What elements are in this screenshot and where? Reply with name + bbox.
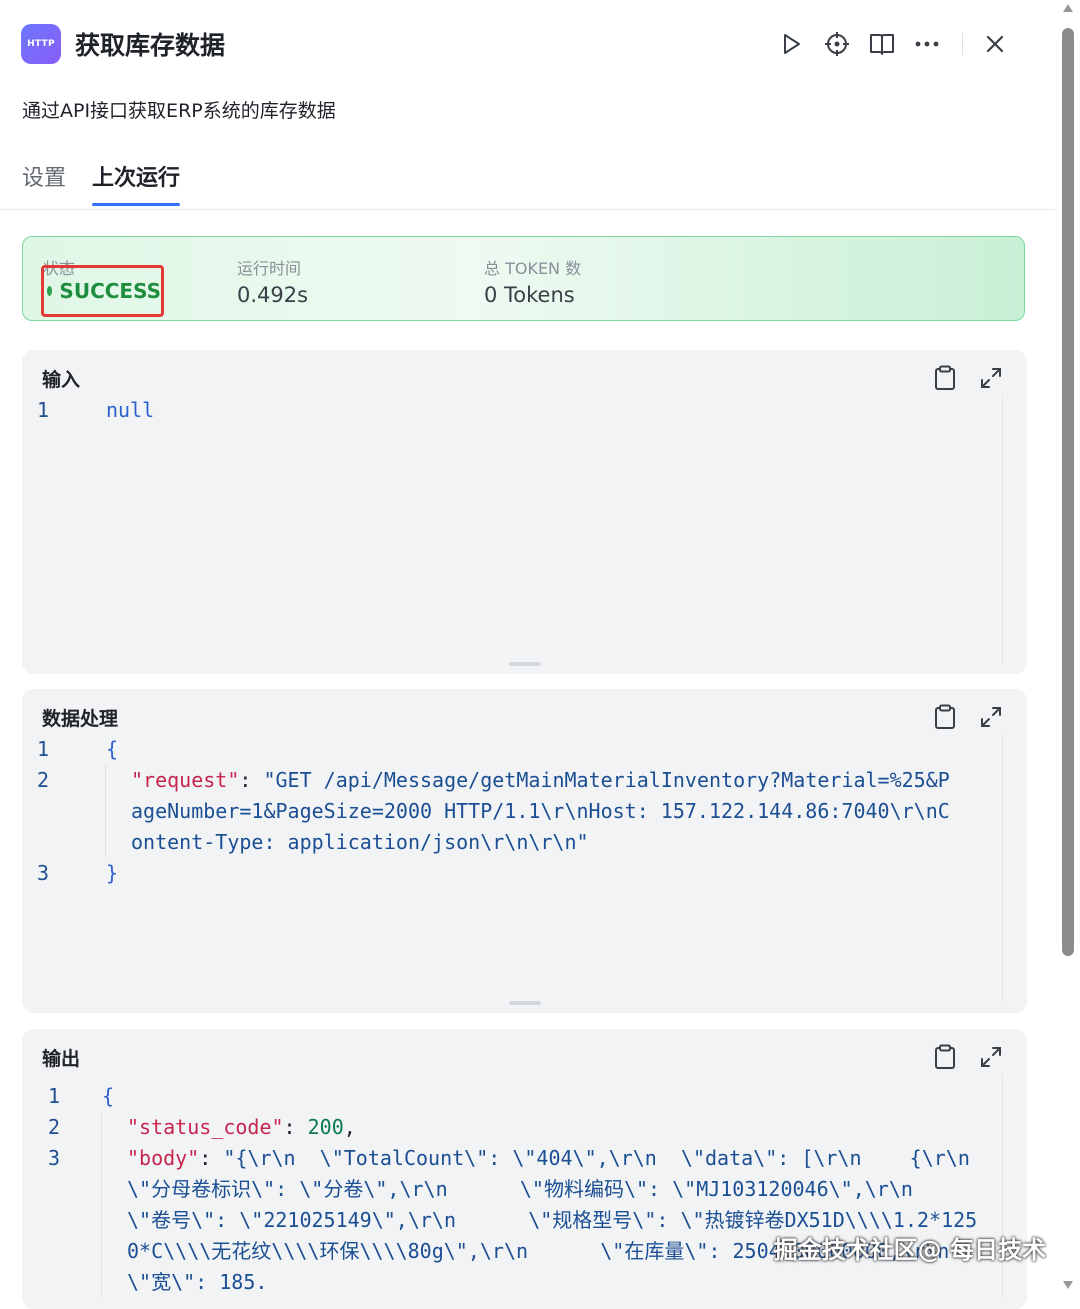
copy-icon[interactable]	[929, 362, 961, 394]
play-icon[interactable]	[776, 28, 808, 60]
output-panel: 输出 1 { 2 "status_code": 200, 3 "body": "…	[22, 1029, 1027, 1309]
json-number-value: 200	[307, 1115, 344, 1139]
output-panel-scrollbar[interactable]	[1002, 1075, 1003, 1299]
code-text: {	[102, 1084, 115, 1108]
code-text: }	[106, 861, 119, 885]
processing-code-block: 1 { 2 "request": "GET /api/Message/getMa…	[22, 734, 1001, 889]
output-panel-actions	[915, 1041, 1007, 1073]
line-number: 2	[37, 768, 50, 792]
code-line: 3 }	[22, 858, 1001, 889]
processing-panel-scrollbar[interactable]	[1002, 735, 1003, 1003]
line-number: 1	[48, 1084, 61, 1108]
json-key: "status_code"	[127, 1115, 284, 1139]
scrollbar-thumb[interactable]	[1062, 28, 1074, 956]
more-icon[interactable]	[911, 28, 943, 60]
success-highlight-box: SUCCESS	[41, 265, 164, 317]
processing-panel-title: 数据处理	[42, 708, 119, 730]
close-icon[interactable]	[979, 28, 1011, 60]
token-count-value: 0 Tokens	[484, 283, 575, 307]
success-dot-icon	[47, 286, 53, 296]
input-code-block: 1 null	[22, 395, 1001, 426]
json-key: "body"	[127, 1146, 200, 1170]
copy-icon[interactable]	[929, 1041, 961, 1073]
code-line: 1 {	[22, 734, 1001, 765]
code-line: 3 "body": "{\r\n \"TotalCount\": \"404\"…	[22, 1143, 1001, 1298]
run-time-value: 0.492s	[237, 283, 309, 307]
debug-target-icon[interactable]	[821, 28, 853, 60]
expand-icon[interactable]	[975, 362, 1007, 394]
tab-last-run[interactable]: 上次运行	[92, 160, 181, 206]
http-node-icon: HTTP	[21, 24, 61, 64]
code-text: "status_code": 200,	[101, 1112, 1001, 1143]
book-icon[interactable]	[866, 28, 898, 60]
output-code-block: 1 { 2 "status_code": 200, 3 "body": "{\r…	[22, 1081, 1001, 1298]
output-panel-title: 输出	[42, 1048, 81, 1070]
code-line: 2 "request": "GET /api/Message/getMainMa…	[22, 765, 1001, 858]
token-count-label: 总 TOKEN 数	[484, 259, 582, 278]
input-resize-handle[interactable]	[509, 662, 541, 666]
node-toolbar	[776, 28, 1024, 60]
line-number: 1	[37, 398, 50, 422]
input-panel-title: 输入	[42, 369, 81, 391]
line-number: 1	[37, 737, 50, 761]
json-key: "request"	[131, 768, 240, 792]
copy-icon[interactable]	[929, 701, 961, 733]
line-number: 3	[37, 861, 50, 885]
tab-bar: 设置 上次运行	[22, 160, 206, 206]
node-header: HTTP 获取库存数据 通过API接口获取ERP系统的库存数据 设置 上次运行	[0, 0, 1055, 210]
watermark: 掘金技术社区@ 每日技术	[773, 1236, 1046, 1264]
input-panel-scrollbar[interactable]	[1002, 396, 1003, 664]
json-string-value: "{\r\n \"TotalCount\": \"404\",\r\n \"da…	[127, 1146, 978, 1294]
node-description: 通过API接口获取ERP系统的库存数据	[22, 100, 336, 122]
page-scrollbar[interactable]	[1062, 0, 1074, 1295]
code-text: "body": "{\r\n \"TotalCount\": \"404\",\…	[101, 1143, 1001, 1298]
code-text: "request": "GET /api/Message/getMainMate…	[105, 765, 1001, 858]
json-colon: :	[239, 768, 264, 792]
scroll-up-arrow-icon[interactable]	[1063, 4, 1073, 12]
processing-resize-handle[interactable]	[509, 1001, 541, 1005]
node-title: 获取库存数据	[75, 31, 226, 60]
run-status-card: 状态 SUCCESS 运行时间 0.492s 总 TOKEN 数 0 Token…	[22, 236, 1025, 321]
line-number: 3	[48, 1146, 61, 1170]
processing-panel-actions	[915, 701, 1007, 733]
status-value: SUCCESS	[59, 279, 161, 303]
processing-panel: 数据处理 1 { 2 "request": "GET /api/Message/…	[22, 689, 1027, 1013]
code-text: null	[106, 398, 155, 422]
code-line: 1 {	[22, 1081, 1001, 1112]
code-line: 1 null	[22, 395, 1001, 426]
input-panel-actions	[915, 362, 1007, 394]
code-text: {	[106, 737, 119, 761]
scroll-down-arrow-icon[interactable]	[1063, 1281, 1073, 1289]
tab-settings[interactable]: 设置	[22, 160, 66, 204]
input-panel: 输入 1 null	[22, 350, 1027, 674]
expand-icon[interactable]	[975, 701, 1007, 733]
tab-divider	[0, 209, 1055, 210]
code-line: 2 "status_code": 200,	[22, 1112, 1001, 1143]
run-time-label: 运行时间	[237, 259, 302, 278]
line-number: 2	[48, 1115, 61, 1139]
toolbar-divider	[962, 33, 963, 55]
expand-icon[interactable]	[975, 1041, 1007, 1073]
